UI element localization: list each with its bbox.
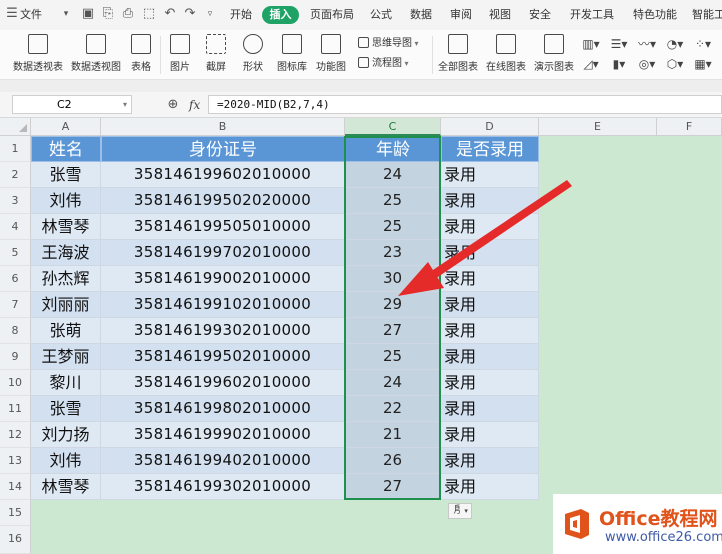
tab-formulas[interactable]: 公式 xyxy=(370,6,392,24)
arrow-annotation-shaft xyxy=(427,180,572,281)
insert-function-label[interactable]: fx xyxy=(189,96,200,114)
area-chart-icon[interactable]: ◿▾ xyxy=(580,56,602,72)
table-icon xyxy=(131,34,151,54)
presentation-chart-icon xyxy=(544,34,564,54)
formula-input[interactable]: =2020-MID(B2,7,4) xyxy=(208,95,722,114)
tab-insert[interactable]: 插入 xyxy=(262,6,299,24)
bar-chart-horizontal-icon[interactable]: ☰▾ xyxy=(608,36,630,52)
flowchart-button[interactable]: 流程图 ▾ xyxy=(358,56,409,72)
zoom-icon[interactable]: ⊕ xyxy=(165,96,181,114)
chevron-down-icon[interactable]: ▾ xyxy=(58,5,74,23)
arrow-annotation xyxy=(398,180,572,296)
screenshot-button[interactable]: 截屏 xyxy=(199,30,233,80)
combo-chart-icon[interactable]: ▦▾ xyxy=(692,56,714,72)
watermark: Office教程网 www.office26.com xyxy=(553,494,722,554)
print-icon[interactable]: ⎙ xyxy=(120,5,136,23)
tab-review[interactable]: 审阅 xyxy=(450,6,472,24)
bar-chart-icon xyxy=(448,34,468,54)
radar-chart-icon[interactable]: ⬡▾ xyxy=(664,56,686,72)
stock-chart-icon[interactable]: ▮▾ xyxy=(608,56,630,72)
cell-reference: C2 xyxy=(57,98,72,111)
column-chart-icon[interactable]: ▥▾ xyxy=(580,36,602,52)
function-chart-icon xyxy=(321,34,341,54)
tab-data[interactable]: 数据 xyxy=(410,6,432,24)
tab-view[interactable]: 视图 xyxy=(489,6,511,24)
redo-icon[interactable]: ↷ xyxy=(182,5,198,23)
pivot-table-icon xyxy=(28,34,48,54)
ribbon-separator xyxy=(432,36,433,74)
toolbar-gap xyxy=(0,80,722,92)
function-chart-button[interactable]: 功能图 xyxy=(312,30,350,80)
print-preview-icon[interactable]: ⎘ xyxy=(100,5,116,23)
formula-bar: C2 ▾ ⊕ fx =2020-MID(B2,7,4) xyxy=(0,92,722,118)
icon-library-button[interactable]: 图标库 xyxy=(274,30,310,80)
all-charts-button[interactable]: 全部图表 xyxy=(436,30,480,80)
quick-access-more-icon[interactable]: ▿ xyxy=(202,5,218,23)
online-charts-button[interactable]: 在线图表 xyxy=(484,30,528,80)
online-chart-icon xyxy=(496,34,516,54)
arrow-annotation-head xyxy=(398,262,444,296)
icon-library-icon xyxy=(282,34,302,54)
shapes-icon xyxy=(243,34,263,54)
flowchart-icon xyxy=(358,57,369,68)
tab-page-layout[interactable]: 页面布局 xyxy=(310,6,354,24)
presentation-charts-button[interactable]: 演示图表 xyxy=(532,30,576,80)
export-icon[interactable]: ⬚ xyxy=(141,5,157,23)
pie-chart-icon[interactable]: ◔▾ xyxy=(664,36,686,52)
watermark-url: www.office26.com xyxy=(605,530,722,545)
mind-map-icon xyxy=(358,37,369,48)
office-logo-icon xyxy=(565,509,589,539)
watermark-title: Office教程网 xyxy=(599,508,718,530)
name-box[interactable]: C2 ▾ xyxy=(12,95,132,114)
file-menu[interactable]: 文件 xyxy=(20,6,42,24)
pivot-chart-icon xyxy=(86,34,106,54)
save-icon[interactable]: ▣ xyxy=(80,5,96,23)
tab-home[interactable]: 开始 xyxy=(230,6,252,24)
mind-map-button[interactable]: 思维导图 ▾ xyxy=(358,36,419,52)
scatter-chart-icon[interactable]: ⁘▾ xyxy=(692,36,714,52)
menu-bar: ☰ 文件 ▾ ▣ ⎘ ⎙ ⬚ ↶ ↷ ▿ 开始 插入 页面布局 公式 数据 审阅… xyxy=(0,0,722,30)
chevron-down-icon[interactable]: ▾ xyxy=(123,96,127,113)
donut-chart-icon[interactable]: ◎▾ xyxy=(636,56,658,72)
shapes-button[interactable]: 形状 xyxy=(236,30,270,80)
pivot-chart-button[interactable]: 数据透视图 xyxy=(68,30,124,80)
tab-developer[interactable]: 开发工具 xyxy=(570,6,614,24)
worksheet[interactable]: A B C D E F 1 2 3 4 5 6 7 8 9 10 11 12 1… xyxy=(0,118,722,554)
tab-security[interactable]: 安全 xyxy=(529,6,551,24)
tab-special-features[interactable]: 特色功能 xyxy=(633,6,677,24)
spreadsheet-window: ☰ 文件 ▾ ▣ ⎘ ⎙ ⬚ ↶ ↷ ▿ 开始 插入 页面布局 公式 数据 审阅… xyxy=(0,0,722,554)
pivot-table-button[interactable]: 数据透视表 xyxy=(10,30,66,80)
tab-smart-tools[interactable]: 智能工 xyxy=(692,6,722,24)
undo-icon[interactable]: ↶ xyxy=(162,5,178,23)
screenshot-icon xyxy=(206,34,226,54)
picture-button[interactable]: 图片 xyxy=(163,30,197,80)
ribbon-separator xyxy=(160,36,161,74)
ribbon-insert: 数据透视表 数据透视图 表格 图片 截屏 形状 图标库 功能图 思维导图 ▾ 流… xyxy=(0,30,722,80)
paste-options-button[interactable]: 㐆 ▾ xyxy=(448,503,472,519)
line-chart-icon[interactable]: 〰▾ xyxy=(636,36,658,52)
menu-icon[interactable]: ☰ xyxy=(4,5,20,23)
table-button[interactable]: 表格 xyxy=(126,30,156,80)
picture-icon xyxy=(170,34,190,54)
